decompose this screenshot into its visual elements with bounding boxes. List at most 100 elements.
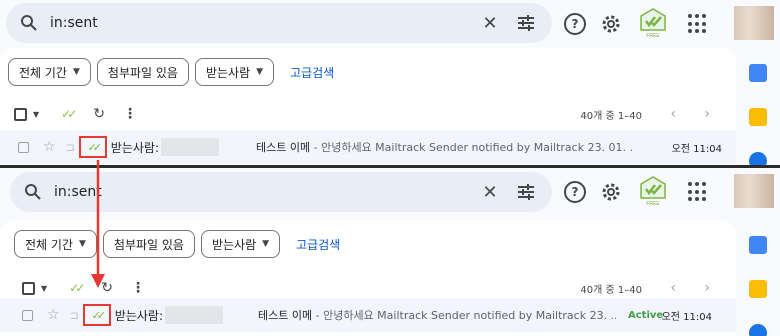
gear-icon[interactable] [600, 13, 622, 35]
keep-icon[interactable] [749, 280, 767, 298]
prev-page-icon[interactable]: ‹ [670, 106, 676, 122]
importance-icon[interactable]: ⊐ [66, 141, 75, 154]
redacted-recipient [161, 138, 219, 156]
has-attachment-chip[interactable]: 첨부파일 있음 [102, 230, 195, 258]
close-icon[interactable]: ✕ [480, 182, 500, 203]
tasks-icon[interactable] [749, 152, 767, 165]
keep-icon[interactable] [749, 108, 767, 126]
recipient-chip[interactable]: 받는사람 ▼ [200, 230, 281, 258]
redacted-recipient [165, 306, 223, 324]
side-panel-rail [736, 48, 780, 165]
filter-chips: 전체 기간 ▼ 첨부파일 있음 받는사람 ▼ 고급검색 [14, 230, 340, 258]
prev-page-icon[interactable]: ‹ [670, 280, 676, 296]
refresh-icon[interactable]: ↻ [93, 106, 105, 122]
mailtrack-free-badge: FREE [646, 201, 660, 207]
select-all-checkbox[interactable] [14, 107, 27, 121]
filter-chips: 전체 기간 ▼ 첨부파일 있음 받는사람 ▼ 고급검색 [8, 58, 334, 86]
recipient-label: 받는사람: [114, 308, 163, 323]
calendar-icon[interactable] [749, 64, 767, 82]
active-status-badge: Active [628, 309, 664, 321]
apps-grid-icon[interactable] [688, 14, 708, 34]
recipient-chip[interactable]: 받는사람 ▼ [194, 58, 275, 86]
email-row[interactable]: ☆ ⊐ ✓✓ 받는사람: 테스트 이메 - 안녕하세요 Mailtrack Se… [0, 298, 780, 332]
help-icon[interactable]: ? [564, 13, 586, 35]
select-caret-icon[interactable]: ▼ [33, 110, 39, 119]
advanced-search-link[interactable]: 고급검색 [290, 64, 334, 81]
search-options-icon[interactable] [516, 182, 536, 202]
chip-label: 전체 기간 [25, 237, 73, 252]
search-icon[interactable] [24, 183, 42, 201]
pagination-info: 40개 중 1–40 [580, 110, 642, 122]
chip-label: 받는사람 [205, 65, 251, 80]
next-page-icon[interactable]: › [704, 106, 710, 122]
subject-separator: - [312, 309, 324, 322]
tasks-icon[interactable] [749, 324, 767, 336]
email-snippet: 안녕하세요 Mailtrack Sender notified by Mailt… [323, 309, 616, 322]
double-check-icon: ✓✓ [91, 308, 107, 322]
apps-grid-icon[interactable] [688, 182, 708, 202]
header-actions: ? FREE [560, 6, 780, 42]
gear-icon[interactable] [600, 181, 622, 203]
subject-text: 테스트 이메 [256, 141, 311, 154]
email-row[interactable]: ☆ ⊐ ✓✓ 받는사람: 테스트 이메 - 안녕하세요 Mailtrack Se… [0, 130, 736, 164]
email-time: 오전 11:04 [671, 143, 722, 155]
select-all-checkbox[interactable] [22, 281, 35, 295]
next-page-icon[interactable]: › [704, 280, 710, 296]
top-screenshot-panel: in:sent ✕ ? FREE 전체 기간 ▼ 첨부파일 있음 받는사람 ▼ [0, 0, 780, 165]
mailtrack-check-icon[interactable]: ✓✓ [69, 281, 85, 295]
list-toolbar: ▼ ✓✓ ↻ ⋮ 40개 중 1–40 ‹ › [14, 102, 736, 126]
select-caret-icon[interactable]: ▼ [41, 284, 47, 293]
mailtrack-logo[interactable]: FREE [638, 6, 668, 40]
search-input[interactable]: in:sent [54, 184, 480, 200]
subject-separator: - [310, 141, 322, 154]
mailtrack-logo[interactable]: FREE [638, 174, 668, 208]
mailtrack-status-highlight[interactable]: ✓✓ [82, 304, 111, 326]
chip-label: 전체 기간 [19, 65, 67, 80]
mailtrack-check-icon[interactable]: ✓✓ [61, 107, 77, 121]
search-bar[interactable]: in:sent ✕ [6, 3, 552, 43]
star-icon[interactable]: ☆ [47, 307, 60, 323]
row-checkbox[interactable] [22, 309, 33, 321]
star-icon[interactable]: ☆ [43, 139, 56, 155]
email-time: 오전 11:04 [661, 311, 712, 323]
email-subject: 테스트 이메 - 안녕하세요 Mailtrack Sender notified… [256, 139, 632, 155]
mailtrack-free-badge: FREE [646, 33, 660, 39]
help-icon[interactable]: ? [564, 181, 586, 203]
search-input[interactable]: in:sent [50, 15, 480, 31]
row-checkbox[interactable] [18, 141, 29, 153]
importance-icon[interactable]: ⊐ [70, 309, 79, 322]
advanced-search-link[interactable]: 고급검색 [296, 236, 340, 253]
search-options-icon[interactable] [516, 13, 536, 33]
avatar[interactable] [734, 174, 774, 208]
caret-down-icon: ▼ [78, 239, 86, 249]
close-icon[interactable]: ✕ [480, 13, 500, 34]
subject-text: 테스트 이메 [258, 309, 313, 322]
date-range-chip[interactable]: 전체 기간 ▼ [8, 58, 91, 86]
chip-label: 첨부파일 있음 [113, 237, 184, 252]
mail-list-area: 전체 기간 ▼ 첨부파일 있음 받는사람 ▼ 고급검색 ▼ ✓✓ ↻ ⋮ 40개 중… [0, 48, 736, 165]
refresh-icon[interactable]: ↻ [101, 280, 113, 296]
avatar[interactable] [734, 6, 774, 40]
mailtrack-status-highlight[interactable]: ✓✓ [78, 136, 107, 158]
bottom-screenshot-panel: in:sent ✕ ? FREE 전체 기간 ▼ 첨부파일 있음 받는사람 ▼ [0, 168, 780, 336]
caret-down-icon: ▼ [72, 67, 80, 77]
search-icon[interactable] [20, 14, 38, 32]
header-actions: ? FREE [560, 174, 780, 210]
double-check-icon: ✓✓ [87, 140, 103, 154]
caret-down-icon: ▼ [256, 67, 264, 77]
email-subject: 테스트 이메 - 안녕하세요 Mailtrack Sender notified… [258, 307, 616, 323]
pagination-info: 40개 중 1–40 [580, 284, 642, 296]
more-vert-icon[interactable]: ⋮ [131, 280, 145, 296]
date-range-chip[interactable]: 전체 기간 ▼ [14, 230, 97, 258]
search-bar[interactable]: in:sent ✕ [10, 172, 552, 212]
email-snippet: 안녕하세요 Mailtrack Sender notified by Mailt… [321, 141, 632, 154]
chip-label: 받는사람 [211, 237, 257, 252]
chip-label: 첨부파일 있음 [107, 65, 178, 80]
caret-down-icon: ▼ [262, 239, 270, 249]
calendar-icon[interactable] [749, 236, 767, 254]
recipient-label: 받는사람: [110, 140, 159, 155]
has-attachment-chip[interactable]: 첨부파일 있음 [96, 58, 189, 86]
side-panel-rail [736, 220, 780, 336]
list-toolbar: ▼ ✓✓ ↻ ⋮ 40개 중 1–40 ‹ › [22, 276, 736, 300]
more-vert-icon[interactable]: ⋮ [123, 106, 137, 122]
